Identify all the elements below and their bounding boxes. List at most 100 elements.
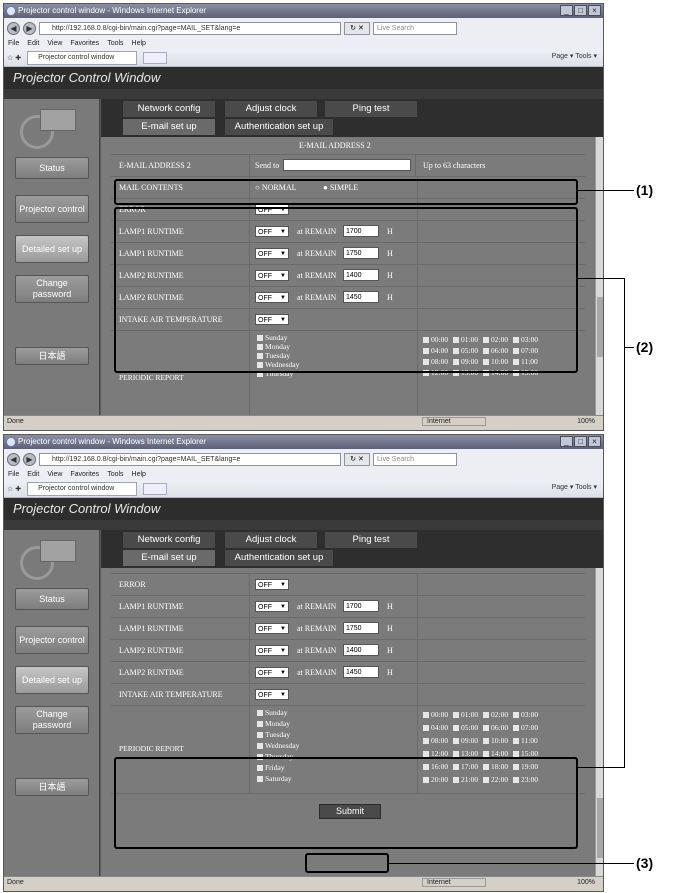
tab-network-config[interactable]: Network config <box>123 101 215 117</box>
email-address-input[interactable] <box>283 159 411 171</box>
zoom-level[interactable]: 100% <box>577 416 595 427</box>
menu-favorites[interactable]: Favorites <box>70 469 99 480</box>
error-select[interactable]: OFF ▼ <box>255 579 289 590</box>
tab-ping-test[interactable]: Ping test <box>325 532 417 548</box>
menu-view[interactable]: View <box>47 38 62 49</box>
menu-edit[interactable]: Edit <box>27 469 39 480</box>
tab-authentication-setup[interactable]: Authentication set up <box>225 550 333 566</box>
menu-tools[interactable]: Tools <box>107 38 123 49</box>
tab-email-setup[interactable]: E-mail set up <box>123 550 215 566</box>
lamp1-select-a[interactable]: OFF ▼ <box>255 601 289 612</box>
tab-bar: Network config Adjust clock Ping test E-… <box>101 99 603 137</box>
maximize-button[interactable]: □ <box>574 436 587 447</box>
lamp2-select-a[interactable]: OFF ▼ <box>255 645 289 656</box>
forward-icon[interactable]: ▶ <box>23 21 36 35</box>
browser-tab[interactable]: Projector control window <box>27 50 138 65</box>
status-bar: Done Internet 100% <box>4 876 603 888</box>
row-lamp1-runtime-b: LAMP1 RUNTIME OFF ▼ at REMAIN 1750 H <box>111 618 585 640</box>
tab-authentication-setup[interactable]: Authentication set up <box>225 119 333 135</box>
url-field[interactable]: http://192.168.0.8/cgi-bin/main.cgi?page… <box>39 452 341 466</box>
search-input[interactable]: Live Search <box>373 452 457 466</box>
sidebar-detailed-setup[interactable]: Detailed set up <box>15 666 89 694</box>
menu-file[interactable]: File <box>8 469 19 480</box>
command-bar[interactable]: Page ▾ Tools ▾ <box>552 483 597 491</box>
lamp1-remain-input-b[interactable]: 1750 <box>343 622 379 634</box>
callout-1: (1) <box>636 182 654 198</box>
row-error: ERROR OFF ▼ <box>111 574 585 596</box>
close-button[interactable]: × <box>588 436 601 447</box>
scrollbar[interactable] <box>595 137 603 415</box>
hour-checkbox[interactable]: 08:00 <box>423 736 448 745</box>
internet-zone: Internet <box>422 878 486 887</box>
hour-checkbox[interactable]: 07:00 <box>513 723 538 732</box>
callout-3: (3) <box>636 855 654 871</box>
intake-select[interactable]: OFF ▼ <box>255 689 289 700</box>
tab-adjust-clock[interactable]: Adjust clock <box>225 532 317 548</box>
menu-edit[interactable]: Edit <box>27 38 39 49</box>
star-icon[interactable]: ☆ ✚ <box>7 485 21 493</box>
close-button[interactable]: × <box>588 5 601 16</box>
day-checkbox[interactable]: Sunday <box>257 708 288 717</box>
back-icon[interactable]: ◀ <box>7 21 20 35</box>
url-field[interactable]: http://192.168.0.8/cgi-bin/main.cgi?page… <box>39 21 341 35</box>
sidebar-projector-control[interactable]: Projector control <box>15 195 89 223</box>
hour-checkbox[interactable]: 06:00 <box>483 723 508 732</box>
tab-adjust-clock[interactable]: Adjust clock <box>225 101 317 117</box>
sidebar-status[interactable]: Status <box>15 157 89 179</box>
form-header-row: E-MAIL ADDRESS 2 <box>111 137 585 155</box>
day-checkbox[interactable]: Wednesday <box>257 741 299 750</box>
sidebar-change-password[interactable]: Change password <box>15 706 89 734</box>
menu-favorites[interactable]: Favorites <box>70 38 99 49</box>
sidebar: Status Projector control Detailed set up… <box>4 99 100 415</box>
menu-tools[interactable]: Tools <box>107 469 123 480</box>
highlight-box-3 <box>305 853 389 873</box>
tab-network-config[interactable]: Network config <box>123 532 215 548</box>
browser-tab[interactable]: Projector control window <box>27 481 138 496</box>
hour-checkbox[interactable]: 04:00 <box>423 723 448 732</box>
sidebar-projector-control[interactable]: Projector control <box>15 626 89 654</box>
hour-checkbox[interactable]: 00:00 <box>423 710 448 719</box>
tab-ping-test[interactable]: Ping test <box>325 101 417 117</box>
maximize-button[interactable]: □ <box>574 5 587 16</box>
sidebar-japanese[interactable]: 日本語 <box>15 778 89 796</box>
refresh-stop-buttons[interactable]: ↻ ✕ <box>344 452 370 466</box>
ie-icon <box>6 6 16 16</box>
scrollbar[interactable] <box>595 568 603 876</box>
sidebar-change-password[interactable]: Change password <box>15 275 89 303</box>
hour-checkbox[interactable]: 09:00 <box>453 736 478 745</box>
back-icon[interactable]: ◀ <box>7 452 20 466</box>
tab-email-setup[interactable]: E-mail set up <box>123 119 215 135</box>
minimize-button[interactable]: _ <box>560 5 573 16</box>
sidebar: Status Projector control Detailed set up… <box>4 530 100 876</box>
status-bar: Done Internet 100% <box>4 415 603 427</box>
forward-icon[interactable]: ▶ <box>23 452 36 466</box>
sidebar-detailed-setup[interactable]: Detailed set up <box>15 235 89 263</box>
hour-checkbox[interactable]: 01:00 <box>453 710 478 719</box>
menu-file[interactable]: File <box>8 38 19 49</box>
new-tab-button[interactable] <box>143 482 168 495</box>
lamp1-select-b[interactable]: OFF ▼ <box>255 623 289 634</box>
menu-help[interactable]: Help <box>132 469 146 480</box>
hour-checkbox[interactable]: 03:00 <box>513 710 538 719</box>
hour-checkbox[interactable]: 11:00 <box>513 736 538 745</box>
hour-checkbox[interactable]: 10:00 <box>483 736 508 745</box>
lamp2-select-b[interactable]: OFF ▼ <box>255 667 289 678</box>
hour-checkbox[interactable]: 02:00 <box>483 710 508 719</box>
refresh-stop-buttons[interactable]: ↻ ✕ <box>344 21 370 35</box>
lamp1-remain-input-a[interactable]: 1700 <box>343 600 379 612</box>
zoom-level[interactable]: 100% <box>577 877 595 888</box>
day-checkbox[interactable]: Monday <box>257 719 290 728</box>
sidebar-japanese[interactable]: 日本語 <box>15 347 89 365</box>
day-checkbox[interactable]: Tuesday <box>257 730 290 739</box>
menu-view[interactable]: View <box>47 469 62 480</box>
lamp2-remain-input-a[interactable]: 1400 <box>343 644 379 656</box>
command-bar[interactable]: Page ▾ Tools ▾ <box>552 52 597 60</box>
minimize-button[interactable]: _ <box>560 436 573 447</box>
menu-help[interactable]: Help <box>132 38 146 49</box>
star-icon[interactable]: ☆ ✚ <box>7 54 21 62</box>
hour-checkbox[interactable]: 05:00 <box>453 723 478 732</box>
search-input[interactable]: Live Search <box>373 21 457 35</box>
new-tab-button[interactable] <box>143 51 168 64</box>
lamp2-remain-input-b[interactable]: 1450 <box>343 666 379 678</box>
sidebar-status[interactable]: Status <box>15 588 89 610</box>
